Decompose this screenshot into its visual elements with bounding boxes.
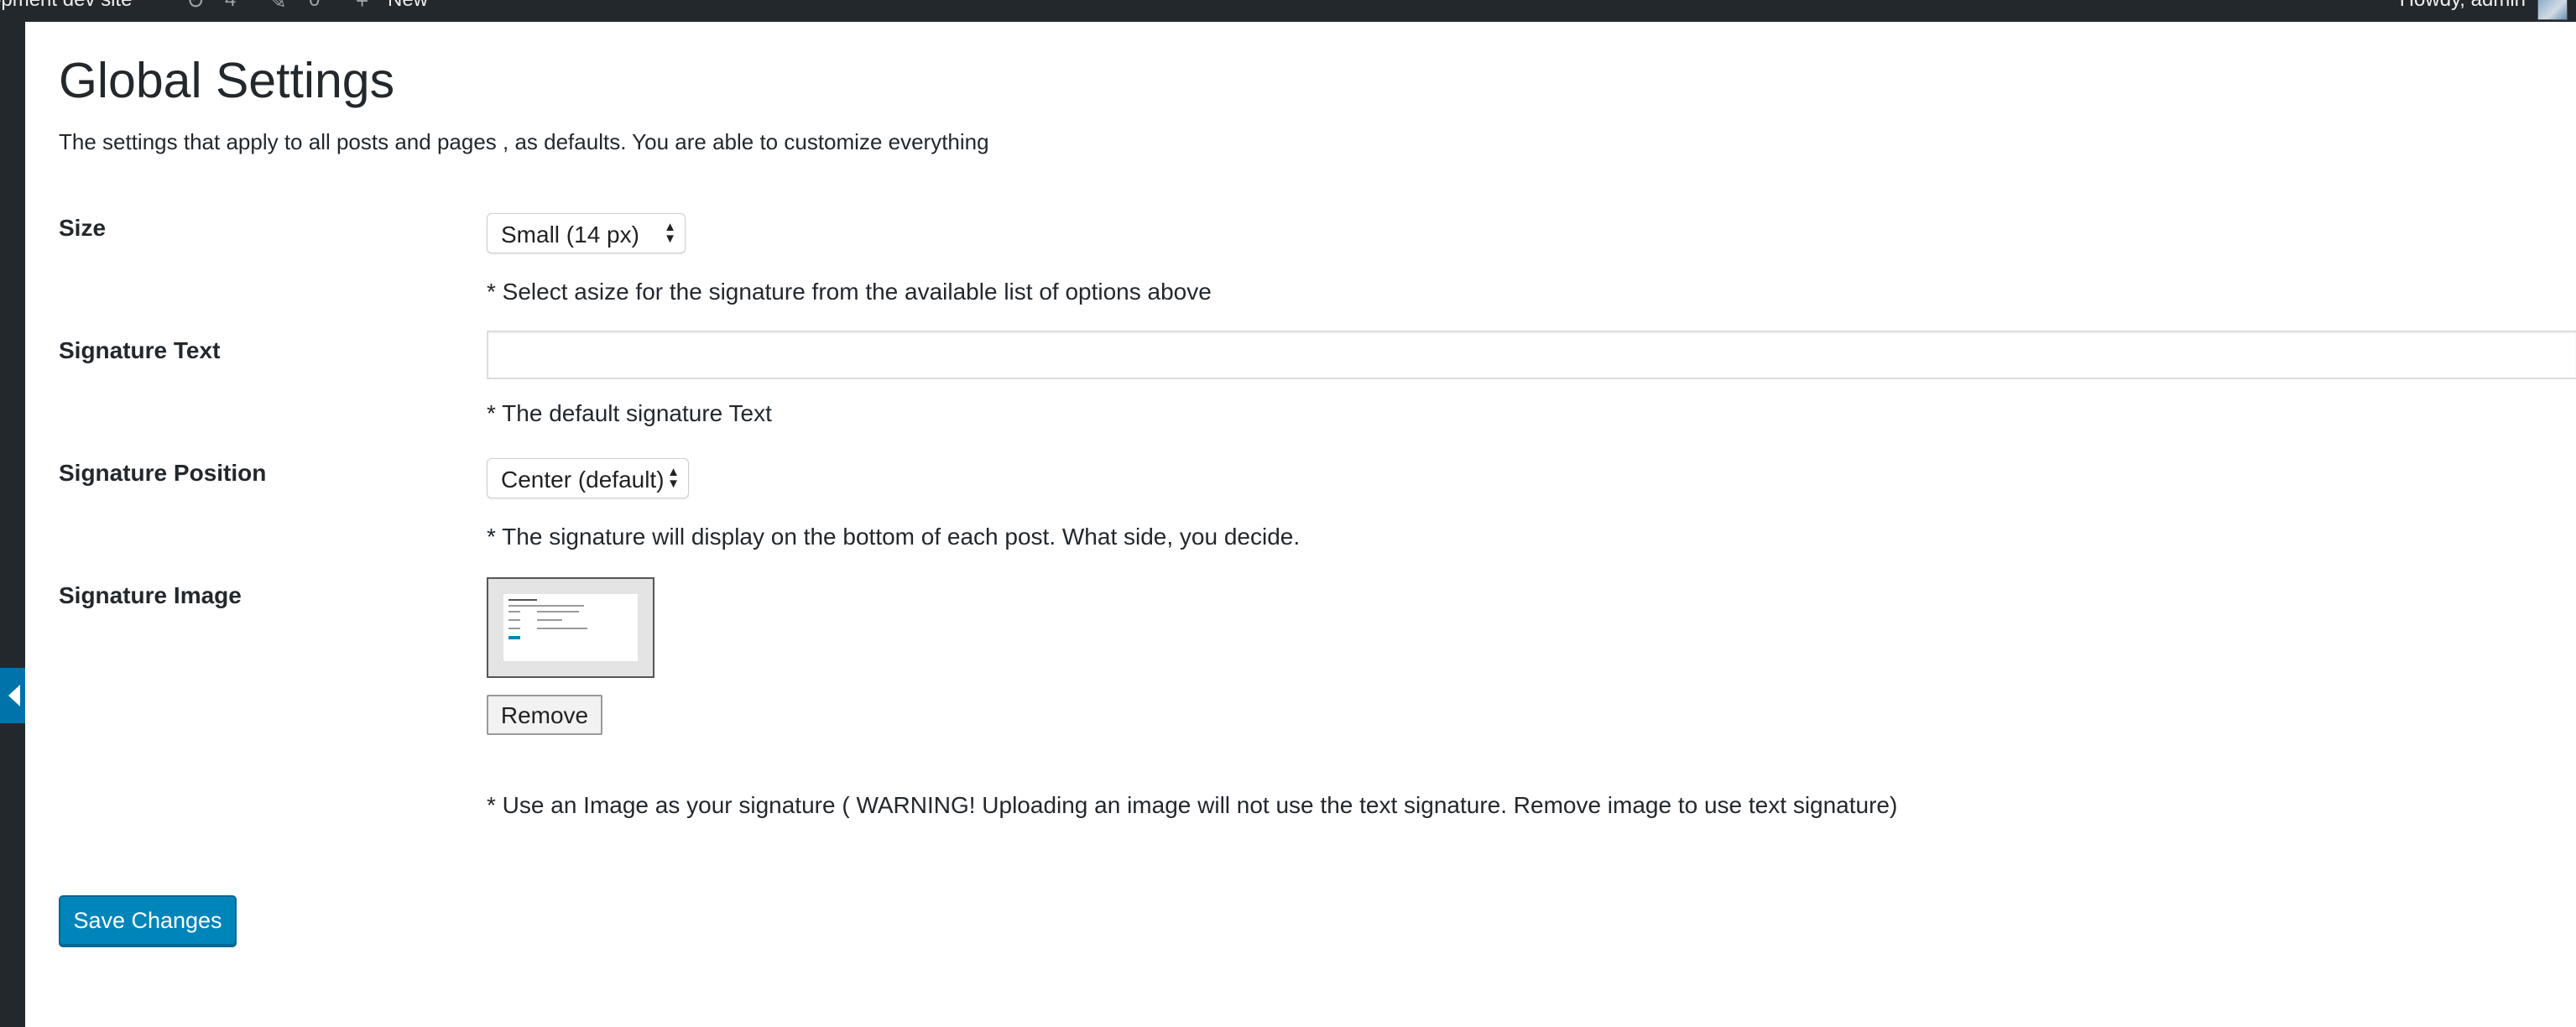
signature-position-label: Signature Position bbox=[59, 460, 267, 486]
comments-count[interactable]: 0 bbox=[309, 0, 320, 12]
howdy-account-link[interactable]: Howdy, admin bbox=[2400, 0, 2526, 12]
size-label: Size bbox=[59, 215, 107, 241]
signature-image-preview[interactable] bbox=[487, 577, 654, 678]
signature-text-help: * The default signature Text bbox=[487, 400, 772, 426]
collapse-arrow-icon bbox=[8, 685, 20, 706]
signature-text-input[interactable] bbox=[487, 331, 2576, 379]
signature-image-label: Signature Image bbox=[59, 582, 242, 608]
signature-position-select[interactable]: Center (default) ▲ ▼ bbox=[487, 458, 689, 498]
comments-icon[interactable]: ✎ bbox=[269, 0, 287, 14]
admin-bar: opment dev site ↻ 4 ✎ 0 + New Howdy, adm… bbox=[0, 0, 2576, 22]
site-name-link[interactable]: opment dev site bbox=[0, 0, 132, 12]
new-content-link[interactable]: New bbox=[388, 0, 428, 12]
select-arrows-icon: ▲ ▼ bbox=[664, 220, 676, 246]
size-help: * Select asize for the signature from th… bbox=[487, 279, 1212, 305]
page-description: The settings that apply to all posts and… bbox=[59, 129, 989, 154]
avatar[interactable] bbox=[2537, 0, 2568, 20]
signature-image-thumbnail bbox=[503, 594, 638, 661]
signature-position-help: * The signature will display on the bott… bbox=[487, 524, 1301, 550]
size-select-value: Small (14 px) bbox=[501, 222, 639, 248]
updates-icon[interactable]: ↻ bbox=[186, 0, 205, 14]
signature-position-value: Center (default) bbox=[501, 467, 665, 493]
plus-icon[interactable]: + bbox=[356, 0, 368, 14]
save-changes-button[interactable]: Save Changes bbox=[59, 895, 237, 946]
signature-image-help: * Use an Image as your signature ( WARNI… bbox=[487, 792, 1898, 818]
updates-count[interactable]: 4 bbox=[225, 0, 236, 12]
remove-image-button[interactable]: Remove bbox=[487, 695, 602, 735]
size-select[interactable]: Small (14 px) ▲ ▼ bbox=[487, 213, 686, 253]
select-arrows-icon: ▲ ▼ bbox=[667, 465, 680, 491]
page-title: Global Settings bbox=[59, 53, 395, 108]
admin-menu bbox=[0, 22, 25, 1027]
signature-text-label: Signature Text bbox=[59, 337, 221, 363]
collapse-menu-button[interactable] bbox=[0, 668, 25, 723]
